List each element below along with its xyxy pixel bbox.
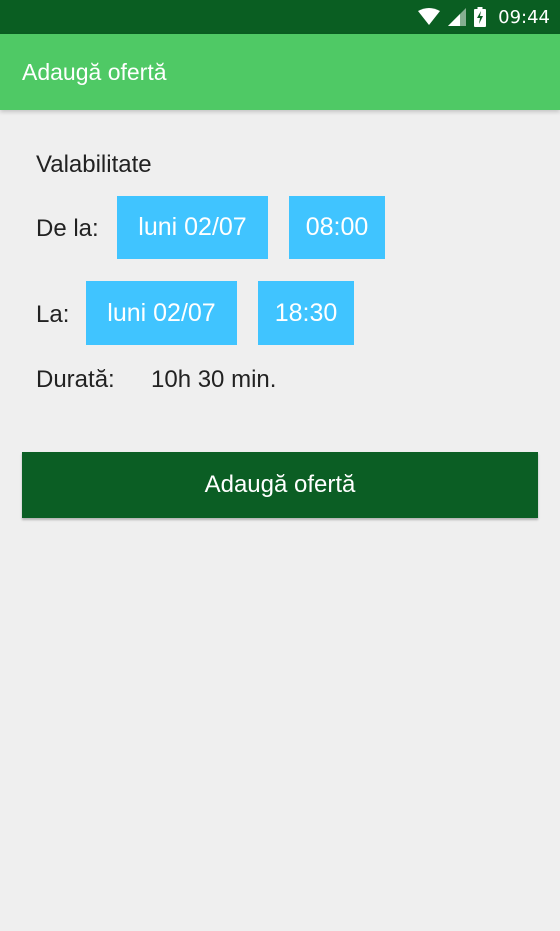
duration-value: 10h 30 min.	[151, 366, 277, 393]
to-date-button[interactable]: luni 02/07	[86, 281, 237, 345]
status-icons: 09:44	[418, 0, 550, 34]
duration-label: Durată:	[36, 366, 115, 393]
cell-signal-icon	[448, 8, 467, 26]
section-title: Valabilitate	[36, 151, 152, 178]
to-label: La:	[36, 301, 70, 328]
wifi-icon	[418, 8, 441, 26]
from-label: De la:	[36, 215, 99, 242]
to-time-button[interactable]: 18:30	[258, 281, 354, 345]
status-bar: 09:44	[0, 0, 560, 34]
from-date-button[interactable]: luni 02/07	[117, 196, 268, 259]
battery-charging-icon	[474, 7, 487, 27]
page-title: Adaugă ofertă	[22, 59, 167, 85]
status-time: 09:44	[498, 6, 550, 28]
add-offer-button[interactable]: Adaugă ofertă	[22, 452, 538, 518]
app-bar: Adaugă ofertă	[0, 34, 560, 110]
from-time-button[interactable]: 08:00	[289, 196, 385, 259]
